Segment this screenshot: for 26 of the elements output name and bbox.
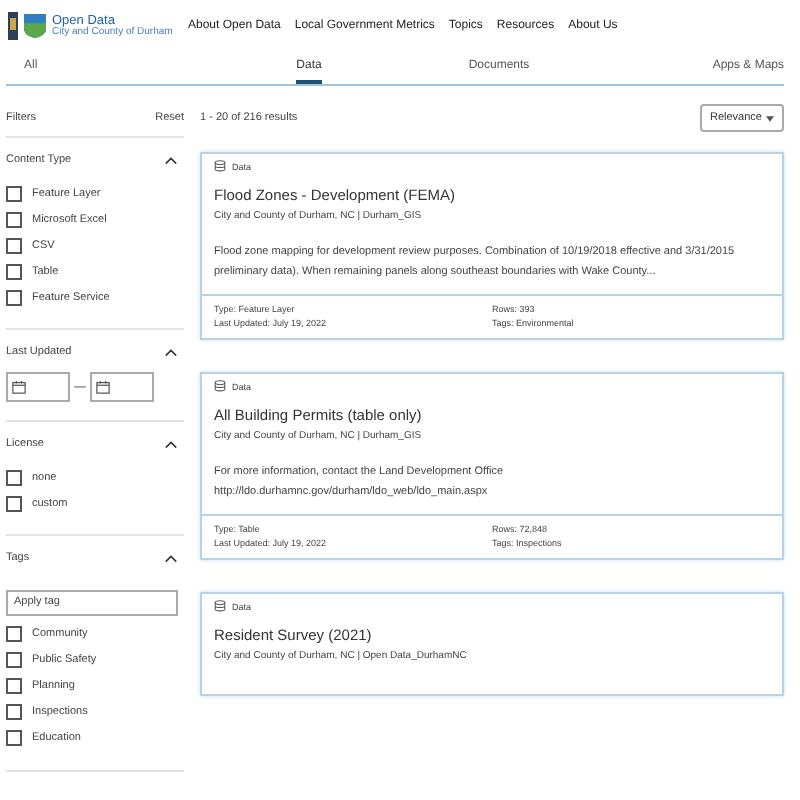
checkbox[interactable] <box>6 211 22 227</box>
checkbox[interactable] <box>6 237 22 253</box>
checkbox[interactable] <box>6 185 22 201</box>
brand-icon <box>8 11 18 39</box>
database-icon <box>214 380 226 392</box>
database-icon <box>214 600 226 612</box>
checkbox[interactable] <box>6 678 22 694</box>
chevron-up-icon[interactable] <box>164 439 178 449</box>
chevron-up-icon[interactable] <box>164 553 178 563</box>
checkbox[interactable] <box>6 263 22 279</box>
checkbox[interactable] <box>6 652 22 668</box>
date-field[interactable] <box>90 372 154 402</box>
checkbox[interactable] <box>6 495 22 511</box>
chevron-up-icon[interactable] <box>164 155 178 165</box>
checkbox[interactable] <box>6 704 22 720</box>
caret-icon <box>766 115 774 121</box>
database-icon <box>214 160 226 172</box>
checkbox[interactable] <box>6 289 22 305</box>
checkbox[interactable] <box>6 469 22 485</box>
checkbox[interactable] <box>6 626 22 642</box>
shield-logo-icon <box>24 13 46 37</box>
calendar-icon <box>12 380 26 394</box>
checkbox[interactable] <box>6 730 22 746</box>
date-field[interactable] <box>6 372 70 402</box>
calendar-icon <box>96 380 110 394</box>
chevron-up-icon[interactable] <box>164 347 178 357</box>
